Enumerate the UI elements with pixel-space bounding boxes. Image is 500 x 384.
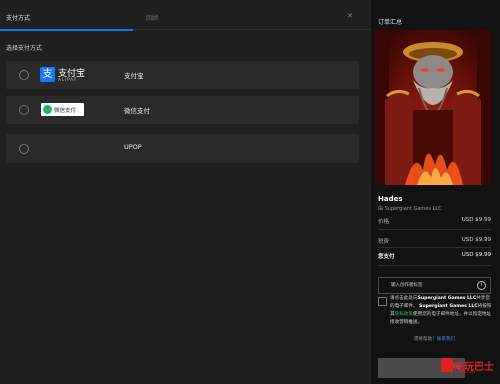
share-email-text: 请点击此处向Supergiant Games LLC共享您的电子邮件。 Supe…: [390, 295, 494, 327]
payment-option-label: 微信支付: [124, 107, 150, 115]
wechat-logo-text: 微信支付: [54, 108, 77, 114]
company-name: Supergiant Games LLC: [417, 296, 477, 301]
tab-active-indicator: [0, 29, 133, 31]
payment-option-upop[interactable]: UPOP: [6, 134, 359, 163]
creator-tag-input[interactable]: 输入创作者标签 i: [378, 277, 491, 294]
payment-option-label: 支付宝: [124, 72, 144, 80]
payment-option-label: UPOP: [124, 143, 142, 151]
info-icon[interactable]: i: [477, 281, 486, 290]
wechat-icon: [43, 105, 52, 114]
total-value: USD $9.99: [461, 252, 491, 258]
privacy-policy-link[interactable]: 隐私政策: [395, 312, 413, 317]
alipay-icon: 支: [40, 67, 55, 82]
watermark-logo-icon: [441, 358, 453, 372]
checkout-tabs: 支付方式 回顾 ✕: [0, 0, 371, 32]
share-email-checkbox[interactable]: [378, 297, 387, 306]
section-title: 选择支付方式: [6, 45, 43, 52]
game-cover-art: [375, 30, 491, 185]
price-label: 价格: [378, 219, 390, 225]
alipay-logo-subtext: ALIPAY: [58, 77, 78, 82]
tax-value: USD $9.99: [461, 237, 491, 243]
close-icon[interactable]: ✕: [347, 12, 353, 20]
hades-artwork: [375, 30, 491, 185]
divider: [378, 265, 491, 266]
divider: [378, 247, 491, 248]
radio-button[interactable]: [19, 105, 29, 115]
tax-label: 税费: [378, 239, 390, 245]
contact-us-link[interactable]: 联系我们: [437, 337, 455, 342]
tab-review[interactable]: 回顾: [146, 13, 158, 22]
total-label: 您支付: [378, 254, 395, 260]
order-summary-title: 订单汇总: [378, 19, 403, 26]
payment-option-alipay[interactable]: 支 支付宝 ALIPAY 支付宝: [6, 61, 359, 89]
wechat-pay-logo: 微信支付: [41, 103, 84, 116]
agree-prefix: 请点击此处向: [390, 296, 418, 301]
alipay-logo: 支 支付宝 ALIPAY: [40, 67, 86, 83]
help-text: 需要帮助？联系我们: [378, 336, 491, 342]
game-title: Hades: [378, 195, 403, 203]
tab-payment-method[interactable]: 支付方式: [6, 13, 30, 22]
watermark-subtext: TGBUS.COM: [454, 370, 476, 374]
developer-name: 由 Supergiant Games LLC: [378, 206, 442, 212]
watermark: 电玩巴士 TGBUS.COM: [441, 356, 495, 380]
divider: [378, 229, 491, 230]
order-summary-panel: 订单汇总 Hades 由 Supergiant Games LLC 价格 USD…: [371, 0, 500, 384]
price-value: USD $9.99: [461, 217, 491, 223]
payment-panel: 支付方式 回顾 ✕ 选择支付方式 支 支付宝 ALIPAY 支付宝 微信支付 微…: [0, 0, 371, 384]
radio-button[interactable]: [19, 144, 29, 154]
help-prefix: 需要帮助？: [413, 337, 437, 342]
payment-option-wechat[interactable]: 微信支付 微信支付: [6, 96, 359, 124]
company-name: Supergiant Games LLC: [419, 304, 478, 309]
radio-button[interactable]: [19, 70, 29, 80]
creator-tag-placeholder: 输入创作者标签: [391, 283, 423, 288]
